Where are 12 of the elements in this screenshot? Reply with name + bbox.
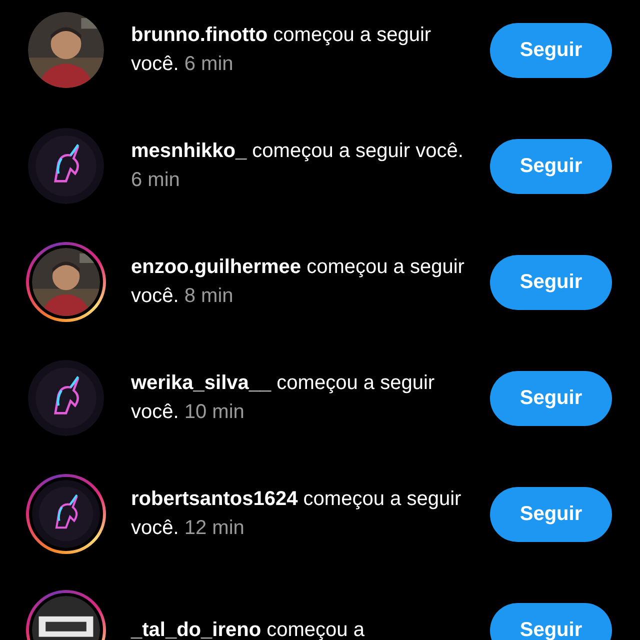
follow-button[interactable]: Seguir [490,254,612,310]
notification-text: werika_silva__ começou a seguir você. 10 min [131,371,436,425]
follow-button[interactable]: Seguir [490,370,612,426]
notification-text: mesnhikko_ começou a seguir você. 6 min [131,139,464,193]
follow-button[interactable]: Seguir [490,138,612,194]
follow-button[interactable]: Seguir [490,22,612,78]
notification-text: robertsantos1624 começou a seguir você. 12 min [131,487,462,541]
follow-button[interactable]: Seguir [490,602,612,640]
notification-text: _tal_do_ireno começou a [131,618,366,640]
notification-text: brunno.finotto começou a seguir você. 6 min [131,23,432,77]
notification-text: enzoo.guilhermee começou a seguir você. 8 min [131,255,466,309]
follow-button[interactable]: Seguir [490,486,612,542]
